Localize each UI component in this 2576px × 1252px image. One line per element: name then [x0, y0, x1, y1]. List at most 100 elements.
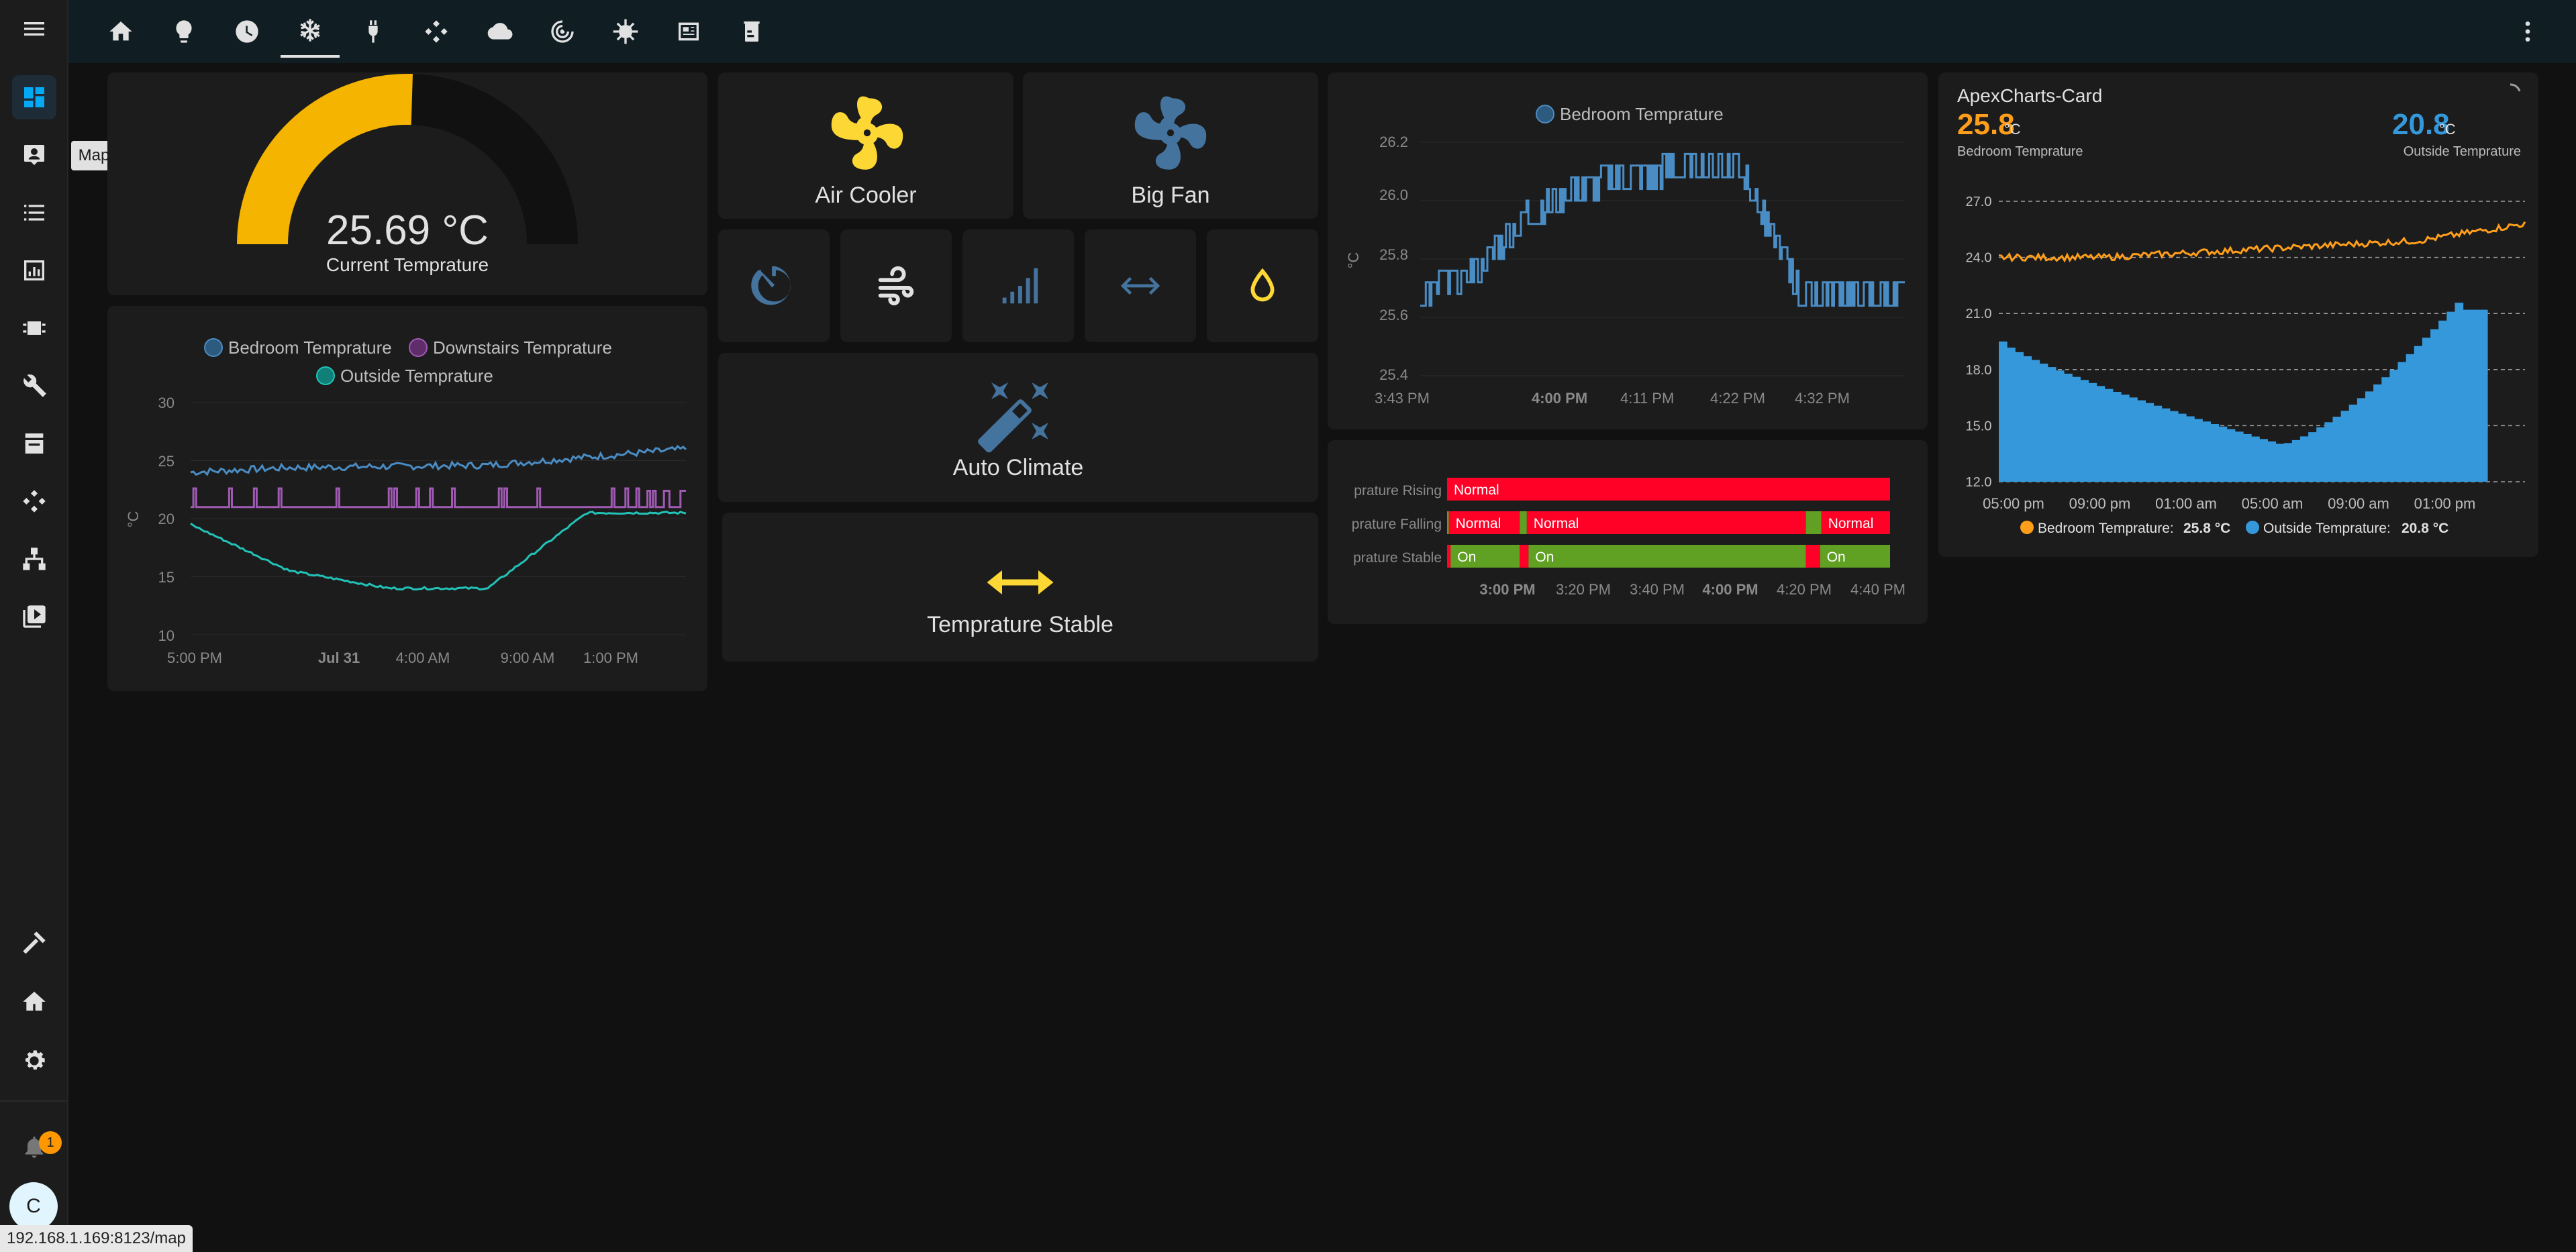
media-icon: [23, 605, 46, 628]
legend-downstairs[interactable]: Downstairs Temprature: [433, 337, 612, 358]
tab-vscode[interactable]: [407, 5, 466, 58]
dashboard-icon: [24, 87, 44, 107]
outside-bar: [2373, 384, 2382, 482]
plug-icon: [368, 20, 378, 43]
timeline-segment[interactable]: [1520, 511, 1527, 534]
sidebar-item-network[interactable]: [12, 537, 56, 581]
outside-bar: [2023, 356, 2032, 482]
tab-clock[interactable]: [217, 5, 277, 58]
outside-bar: [2479, 309, 2488, 482]
sidebar-item-history[interactable]: [12, 248, 56, 293]
logbook-icon: [24, 205, 44, 221]
x-tick: 4:11 PM: [1620, 390, 1674, 407]
legend-bedroom[interactable]: Bedroom Temprature: [1560, 104, 1724, 124]
y-axis-unit: °C: [1345, 252, 1362, 269]
air-cooler-name: Air Cooler: [815, 182, 917, 208]
legend-swatch-outside: [2246, 521, 2259, 534]
tab-virus[interactable]: [596, 5, 655, 58]
timeline-segment[interactable]: [1520, 545, 1529, 568]
series-line-bedroom: [1420, 152, 1905, 307]
x-tick: 3:40 PM: [1630, 581, 1685, 598]
outside-bar: [2243, 433, 2252, 482]
tab-weather[interactable]: [470, 5, 529, 58]
timeline-segment[interactable]: [1805, 511, 1822, 534]
legend-swatch-outside: [316, 366, 335, 385]
tab-climate[interactable]: [281, 5, 340, 58]
timeline-segment-label: Normal: [1454, 482, 1499, 498]
bedroom-plot-area: [1420, 142, 1905, 376]
outside-bar: [1999, 342, 2008, 482]
cloud-icon: [487, 23, 513, 40]
history-plot-area: [190, 402, 687, 635]
tab-plug[interactable]: [344, 5, 403, 58]
outside-bar: [2088, 382, 2097, 482]
timeline-segment[interactable]: [1805, 545, 1820, 568]
outside-bar: [2145, 403, 2154, 482]
sidebar-item-overview[interactable]: [12, 75, 56, 119]
y-tick: 26.2: [1379, 134, 1408, 150]
speed-button[interactable]: [962, 229, 1074, 342]
menu-icon: [24, 22, 44, 36]
sidebar-item-logbook[interactable]: [12, 191, 56, 235]
legend-bedroom-value: 25.8 °C: [2183, 521, 2230, 536]
sidebar-item-esphome[interactable]: [12, 306, 56, 350]
oscillate-button[interactable]: [1085, 229, 1196, 342]
card-icon: [679, 22, 699, 41]
stable-name: Temprature Stable: [927, 612, 1113, 637]
timer-button[interactable]: [718, 229, 830, 342]
outside-bar: [2039, 363, 2048, 482]
big-fan-card[interactable]: Big Fan: [1023, 72, 1318, 219]
legend-outside[interactable]: Outside Temprature:: [2263, 521, 2391, 536]
outside-bar: [2471, 309, 2480, 482]
sidebar-item-vscode[interactable]: [12, 479, 56, 523]
bedroom-history-card[interactable]: Bedroom Temprature 26.2 26.0 25.8 25.6 2…: [1328, 72, 1928, 429]
y-tick: 26.0: [1379, 187, 1408, 203]
gauge-value: 25.69 °C: [326, 207, 489, 254]
wind-button[interactable]: [840, 229, 952, 342]
history-graph-card[interactable]: Bedroom Temprature Downstairs Temprature…: [107, 306, 707, 691]
timeline-segment-label: On: [1535, 550, 1554, 565]
timeline-segment[interactable]: [1447, 511, 1449, 534]
sidebar-menu-button[interactable]: [12, 7, 56, 51]
legend-outside[interactable]: Outside Temprature: [340, 366, 493, 386]
apex-plot-area: [1998, 201, 2526, 482]
x-tick: Jul 31: [318, 649, 360, 666]
outside-bar: [2064, 373, 2073, 482]
timeline-segment[interactable]: [1447, 545, 1451, 568]
sidebar-item-supervisor[interactable]: [12, 980, 56, 1024]
home-cog-icon: [23, 992, 46, 1011]
x-tick: 4:32 PM: [1795, 390, 1850, 407]
humidity-button[interactable]: [1207, 229, 1318, 342]
tab-beaker[interactable]: [722, 5, 781, 58]
sidebar-item-map[interactable]: [12, 133, 56, 177]
sidebar-item-hacs[interactable]: [12, 421, 56, 466]
gauge-card[interactable]: 25.69 °C Current Temprature: [107, 72, 707, 295]
x-tick: 9:00 AM: [501, 649, 555, 666]
overflow-menu-button[interactable]: [2498, 5, 2557, 58]
sidebar-item-settings[interactable]: [12, 1039, 56, 1083]
y-tick: 15.0: [1966, 419, 1992, 433]
apexcharts-card[interactable]: ApexCharts-Card 25.8 °C Bedroom Tempratu…: [1938, 72, 2538, 557]
outside-bar: [2202, 421, 2211, 482]
timeline-card[interactable]: prature Rising Normal prature Falling Norma…: [1328, 440, 1928, 624]
x-tick: 3:43 PM: [1375, 390, 1430, 407]
outside-bar: [2422, 337, 2431, 482]
air-cooler-card[interactable]: Air Cooler: [718, 72, 1013, 219]
sidebar-item-developer-tools[interactable]: [12, 364, 56, 408]
temperature-stable-card[interactable]: Temprature Stable: [722, 513, 1318, 662]
legend-bedroom[interactable]: Bedroom Temprature:: [2038, 521, 2174, 536]
timeline-segment[interactable]: [1528, 545, 1806, 568]
legend-bedroom[interactable]: Bedroom Temprature: [228, 337, 392, 358]
timeline-graph: prature Rising Normal prature Falling Norma…: [1352, 478, 1905, 598]
auto-climate-card[interactable]: Auto Climate: [718, 353, 1318, 502]
outside-bar: [2177, 413, 2187, 482]
tab-card[interactable]: [659, 5, 718, 58]
tab-radar[interactable]: [533, 5, 592, 58]
timeline-segment[interactable]: [1447, 478, 1890, 501]
outside-bar: [2169, 411, 2179, 482]
sidebar-item-media[interactable]: [12, 594, 56, 639]
user-avatar[interactable]: C: [9, 1182, 58, 1231]
tab-home[interactable]: [91, 5, 150, 58]
sidebar-item-developer[interactable]: [12, 921, 56, 965]
tab-lights[interactable]: [154, 5, 213, 58]
